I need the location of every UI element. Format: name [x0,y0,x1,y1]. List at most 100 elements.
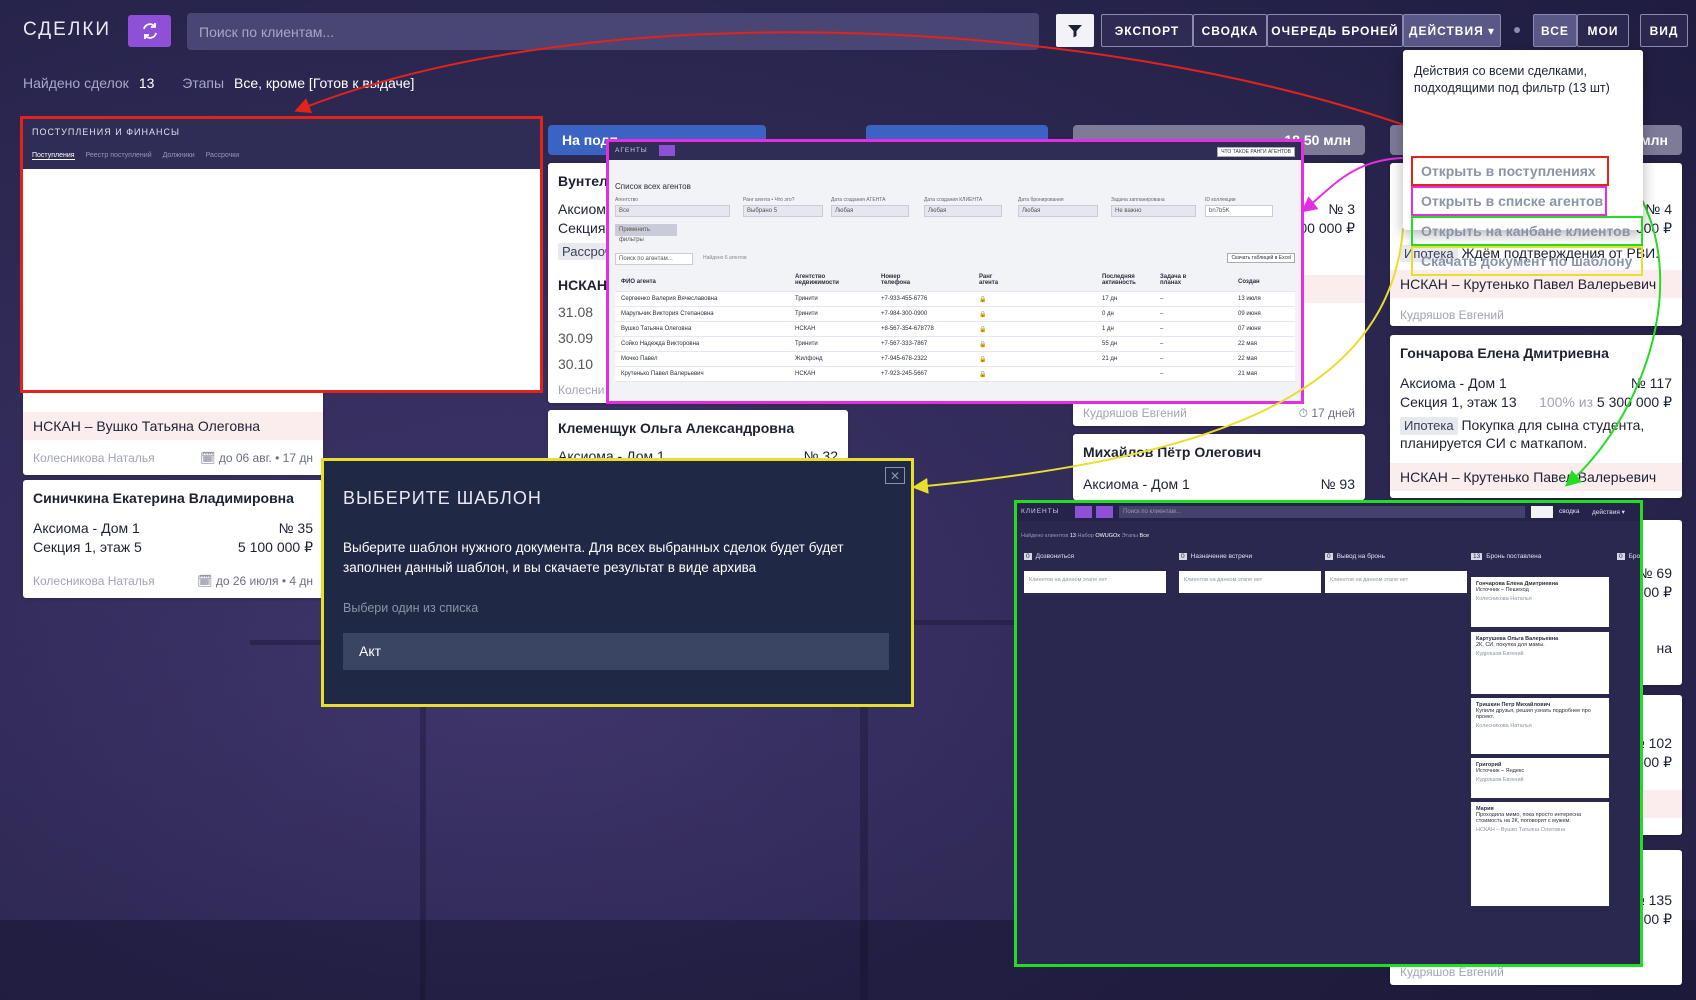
all-toggle[interactable]: ВСЕ [1533,14,1577,47]
empty-column-note: Клиентов на данном этапе нет [1179,571,1321,593]
agent-cell: – [1160,371,1164,377]
summary-button[interactable]: СВОДКА [1193,14,1267,47]
agent-cell: 21 дн [1102,356,1118,362]
close-button[interactable]: ✕ [885,467,905,484]
clients-column: 0 Вывод на бронь Клиентов на данном этапе… [1325,553,1467,593]
agent-cell: – [1160,356,1164,362]
open-in-agents-item[interactable]: Открыть в списке агентов [1411,186,1607,216]
agent-row[interactable]: Сойко Надежда Викторовна Тринити +7-567-33… [615,337,1295,352]
stages-value: Все, кроме [Готов к выдаче] [234,75,415,91]
tab-installments[interactable]: Рассрочки [206,152,240,159]
separator-dot [1514,27,1520,33]
card-manager: Кудряшов Евгений [1083,406,1187,420]
card-manager: Колесникова Наталья [33,574,155,588]
clients-column: 0 Назначение встречи Клиентов на данном э… [1179,553,1321,593]
export-button[interactable]: ЭКСПОРТ [1101,14,1193,47]
agent-cell: – [1160,296,1164,302]
card-number: № 3 [1328,201,1355,217]
deal-card[interactable]: НСКАН – Вушко Татьяна Олеговна Колеснико… [23,380,323,475]
open-in-postings-item[interactable]: Открыть в поступлениях [1411,156,1609,186]
filter-booking-date[interactable]: Любая [1018,205,1098,217]
agent-cell: +8-567-354-678778 [881,326,934,332]
card-contact: НСКАН [558,277,607,293]
agent-cell: 07 июня [1238,326,1261,332]
mine-toggle[interactable]: МОИ [1577,14,1629,47]
download-template-item[interactable]: Скачать документ по шаблону [1411,246,1643,276]
open-in-clients-kanban-item[interactable]: Открыть на канбане клиентов [1411,216,1643,246]
agent-row[interactable]: Крутенько Павел Валерьевич НСКАН +7-923-24… [615,367,1295,382]
agent-row[interactable]: Мочко Павел Жилфонд +7-945-678-2322 21 дн – 2… [615,352,1295,367]
agent-row[interactable]: Марульчик Виктория Степановна Тринити +7-9… [615,307,1295,322]
agent-cell: 1 дн [1102,326,1114,332]
filter-agent-date[interactable]: Любая [831,205,909,217]
sync-button[interactable] [128,15,171,47]
export-excel-button[interactable]: Скачать таблицей в Excel [1227,253,1295,263]
agent-cell: 22 мая [1238,341,1258,347]
client-card[interactable]: Тришкин Петр Михайлович Купили друзья, ре… [1471,698,1609,754]
client-card[interactable]: Гончарова Елена Дмитриевна Источник – Пеш… [1471,577,1609,627]
agent-row[interactable]: Вушко Татьяна Олеговна НСКАН +8-567-354-67… [615,322,1295,337]
card-manager: Кудряшов Евгений [1400,965,1504,979]
booking-queue-button[interactable]: ОЧЕРЕДЬ БРОНЕЙ [1267,14,1403,47]
clients-kanban-preview: КЛИЕНТЫ Поиск по клиентам... сводка дейс… [1014,500,1643,967]
agent-cell: +7-923-245-5667 [881,371,928,377]
clients-search-input[interactable]: Поиск по клиентам... [1119,506,1525,518]
clients-summary-button[interactable]: сводка [1559,508,1580,515]
empty-column-note: Клиентов на данном этапе нет [1024,571,1166,593]
deal-card[interactable]: Клеменщук Ольга Александровна Аксиома - … [548,410,848,460]
card-manager: Колесникова Наталья [33,451,155,465]
filter-icon[interactable] [1531,506,1553,518]
actions-button[interactable]: ДЕЙСТВИЯ ▾ [1403,14,1501,47]
card-unit: Секция [558,220,606,236]
agent-cell: Марульчик Виктория Степановна [621,311,714,317]
agent-cell: +7-933-455-6776 [881,296,928,302]
tab-postings[interactable]: Поступления [32,152,75,160]
rank-help-button[interactable]: ЧТО ТАКОЕ РАНГИ АГЕНТОВ [1217,147,1295,157]
filter-task[interactable]: Не важно [1111,205,1196,217]
card-object: Аксиома - Дом 1 [33,520,140,536]
tab-registry[interactable]: Реестр поступлений [86,152,152,159]
deal-card[interactable]: Михайлов Пётр Олегович Аксиома - Дом 1 №… [1073,434,1365,500]
agent-row[interactable]: Сергеенко Валерия Вячеславовна Тринити +7-… [615,292,1295,307]
filter-client-date[interactable]: Любая [924,205,1002,217]
card-number: № 117 [1630,375,1672,391]
filter-rank[interactable]: Выбрано 5 [743,205,823,217]
filter-agency[interactable]: Все [615,205,730,217]
filter-button[interactable] [1056,14,1094,47]
agents-search-input[interactable]: Поиск по агентам... [615,253,693,265]
search-input[interactable] [187,13,1039,50]
found-label: Найдено сделок [23,75,129,91]
template-option-act[interactable]: Акт [343,633,889,670]
tab-debtors[interactable]: Должники [163,152,195,159]
client-card[interactable]: Григорий Источник – Яндекс Кудряшов Евгени… [1471,758,1609,798]
sync-icon [142,23,157,39]
card-contact: НСКАН – Вушко Татьяна Олеговна [33,418,261,434]
agent-cell: +7-984-300-0900 [881,311,928,317]
agent-cell: 13 июля [1238,296,1261,302]
deal-card[interactable]: Синичкина Екатерина Владимировна Аксиома… [23,480,323,598]
client-card-footer: Колесникова Наталья [1476,596,1532,602]
card-manager: Кудряшов Евгений [1400,308,1504,322]
add-agent-icon[interactable] [659,145,675,156]
clients-actions-button[interactable]: действия ▾ [1592,508,1625,516]
sync-icon[interactable] [1096,506,1113,518]
view-button[interactable]: ВИД [1640,14,1688,47]
add-client-icon[interactable] [1075,506,1092,518]
card-price: 5 300 000 ₽ [1596,394,1672,410]
agents-table-header: ФИО агента Агентство недвижимости Номер … [615,270,1295,292]
client-card[interactable]: Мария Проходила мимо, пока просто интерес… [1471,802,1609,906]
page-title: СДЕЛКИ [23,19,112,40]
deal-card[interactable]: Гончарова Елена Дмитриевна Аксиома - Дом… [1390,335,1682,498]
filter-collection-id[interactable]: bn7b5K [1205,205,1273,217]
card-elapsed: ⏱ 17 дней [1298,406,1355,420]
apply-filters-button[interactable]: Применить фильтры [615,224,677,243]
rank-badge-icon: 🔒 [979,297,987,303]
agent-cell: 0 дн [1102,311,1114,317]
agent-cell: НСКАН [795,371,816,377]
agent-cell: Мочко Павел [621,356,658,362]
client-card[interactable]: Картушева Ольга Валерьевна 2К, СИ, покупк… [1471,632,1609,694]
agent-cell: Тринити [795,311,818,317]
actions-dropdown: Действия со всеми сделками, подходящими … [1403,50,1643,276]
client-card-footer: Кудряшов Евгений [1476,651,1524,657]
postings-preview: ПОСТУПЛЕНИЯ И ФИНАНСЫ Поступления Реестр… [20,116,543,393]
